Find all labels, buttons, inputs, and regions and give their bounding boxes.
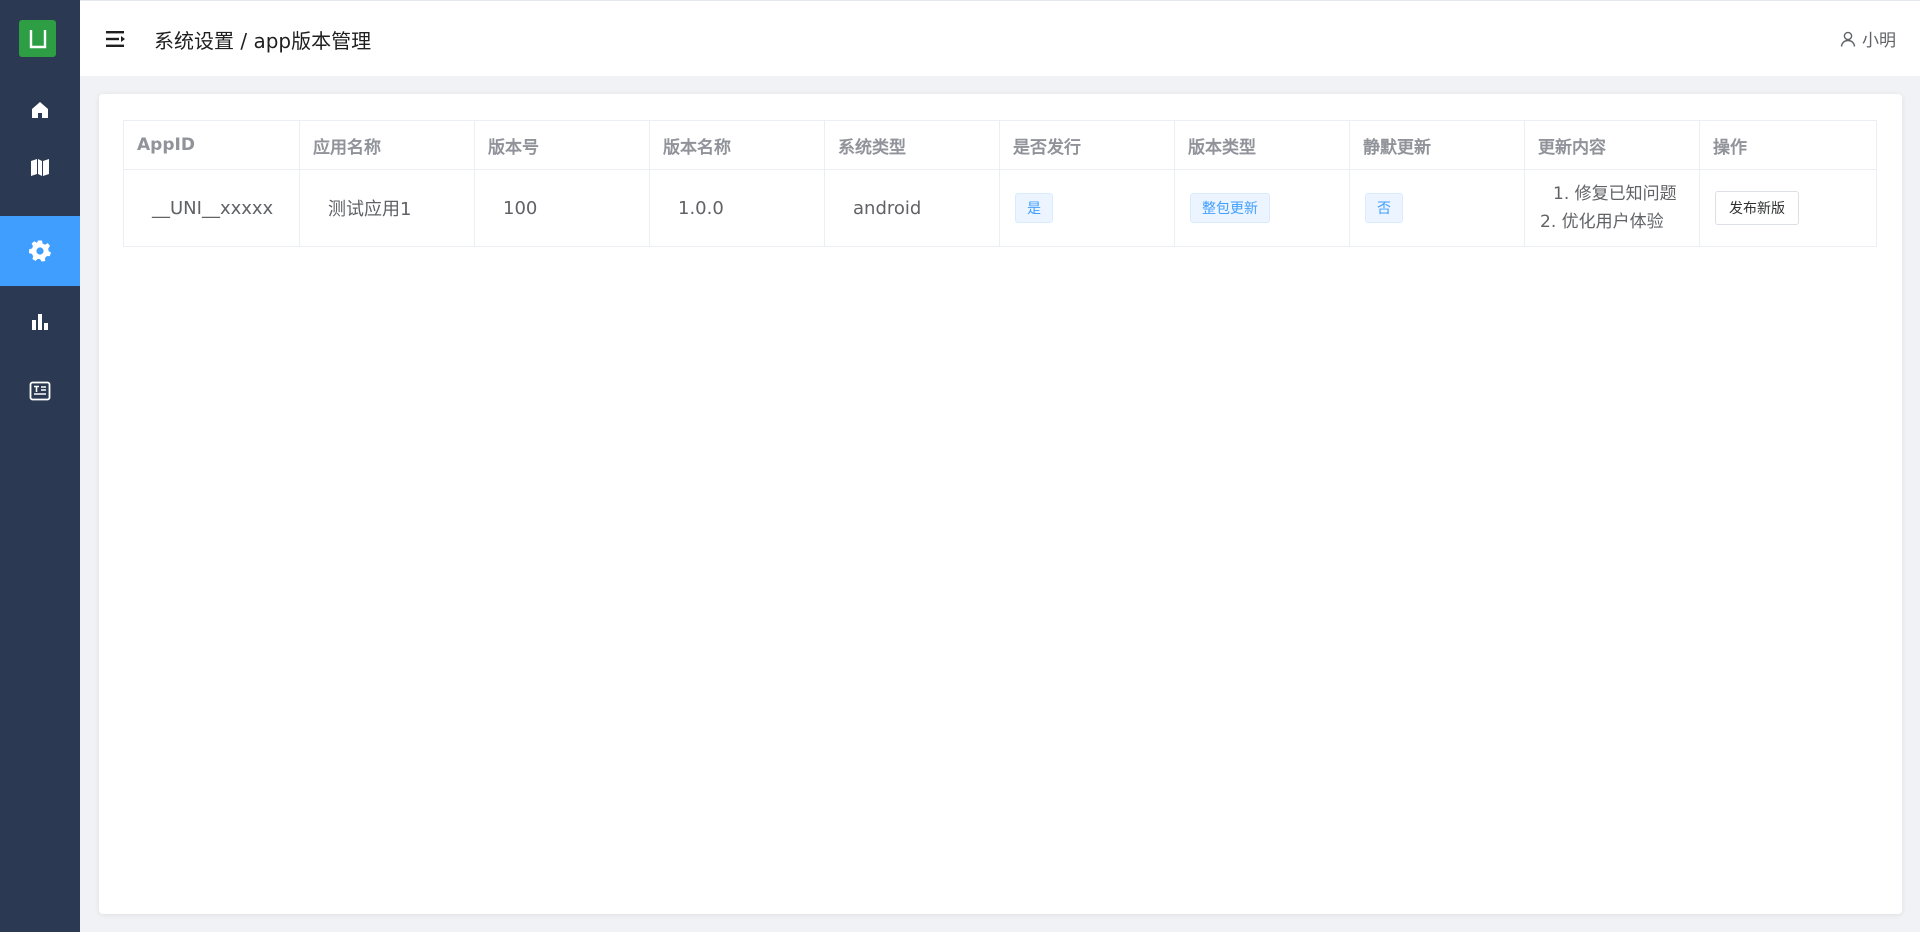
sidebar-item-chart[interactable] bbox=[0, 286, 80, 356]
breadcrumb: 系统设置 / app版本管理 bbox=[154, 29, 372, 53]
cell-version-code: 100 bbox=[474, 169, 650, 247]
sidebar-item-settings[interactable] bbox=[0, 216, 80, 286]
update-content-line: 2. 优化用户体验 bbox=[1540, 212, 1664, 232]
publish-new-version-button[interactable]: 发布新版 bbox=[1715, 191, 1799, 225]
column-header-app-name: 应用名称 bbox=[299, 120, 475, 170]
cell-silent-update: 否 bbox=[1349, 169, 1525, 247]
version-table: AppID 应用名称 版本号 版本名称 系统类型 是否发行 版本类型 静默更新 … bbox=[123, 120, 1877, 247]
column-header-version-type: 版本类型 bbox=[1174, 120, 1350, 170]
update-content-line: 1. 修复已知问题 bbox=[1553, 184, 1677, 204]
collapse-menu-icon[interactable] bbox=[106, 29, 128, 49]
column-header-version-code: 版本号 bbox=[474, 120, 650, 170]
column-header-silent-update: 静默更新 bbox=[1349, 120, 1525, 170]
cell-update-content: 1. 修复已知问题 2. 优化用户体验 bbox=[1524, 169, 1700, 247]
user-name: 小明 bbox=[1862, 31, 1896, 51]
cell-is-released: 是 bbox=[999, 169, 1175, 247]
sidebar-item-map[interactable] bbox=[0, 132, 80, 202]
sidebar bbox=[0, 0, 80, 932]
table-row: __UNI__xxxxx 测试应用1 100 1.0.0 android 是 整… bbox=[123, 169, 1877, 247]
column-header-is-released: 是否发行 bbox=[999, 120, 1175, 170]
map-icon bbox=[31, 159, 49, 176]
table-header-row: AppID 应用名称 版本号 版本名称 系统类型 是否发行 版本类型 静默更新 … bbox=[123, 120, 1877, 170]
column-header-appid: AppID bbox=[123, 120, 300, 170]
user-icon bbox=[1840, 31, 1856, 47]
cell-app-name: 测试应用1 bbox=[299, 169, 475, 247]
column-header-update-content: 更新内容 bbox=[1524, 120, 1700, 170]
content-card: AppID 应用名称 版本号 版本名称 系统类型 是否发行 版本类型 静默更新 … bbox=[99, 94, 1902, 914]
home-icon bbox=[32, 102, 48, 118]
cell-actions: 发布新版 bbox=[1699, 169, 1877, 247]
cell-appid: __UNI__xxxxx bbox=[123, 169, 300, 247]
version-type-tag: 整包更新 bbox=[1190, 193, 1270, 223]
column-header-version-name: 版本名称 bbox=[649, 120, 825, 170]
column-header-platform: 系统类型 bbox=[824, 120, 1000, 170]
uni-logo-icon[interactable] bbox=[19, 20, 56, 57]
cell-version-type: 整包更新 bbox=[1174, 169, 1350, 247]
silent-update-tag: 否 bbox=[1365, 193, 1403, 223]
cell-platform: android bbox=[824, 169, 1000, 247]
top-header: 系统设置 / app版本管理 小明 bbox=[80, 0, 1920, 76]
sidebar-item-document[interactable] bbox=[0, 356, 80, 426]
cell-version-name: 1.0.0 bbox=[649, 169, 825, 247]
column-header-actions: 操作 bbox=[1699, 120, 1877, 170]
user-menu[interactable]: 小明 bbox=[1840, 26, 1896, 51]
bar-chart-icon bbox=[32, 314, 48, 330]
document-icon bbox=[29, 381, 51, 401]
settings-icon bbox=[29, 240, 51, 262]
released-tag: 是 bbox=[1015, 193, 1053, 223]
